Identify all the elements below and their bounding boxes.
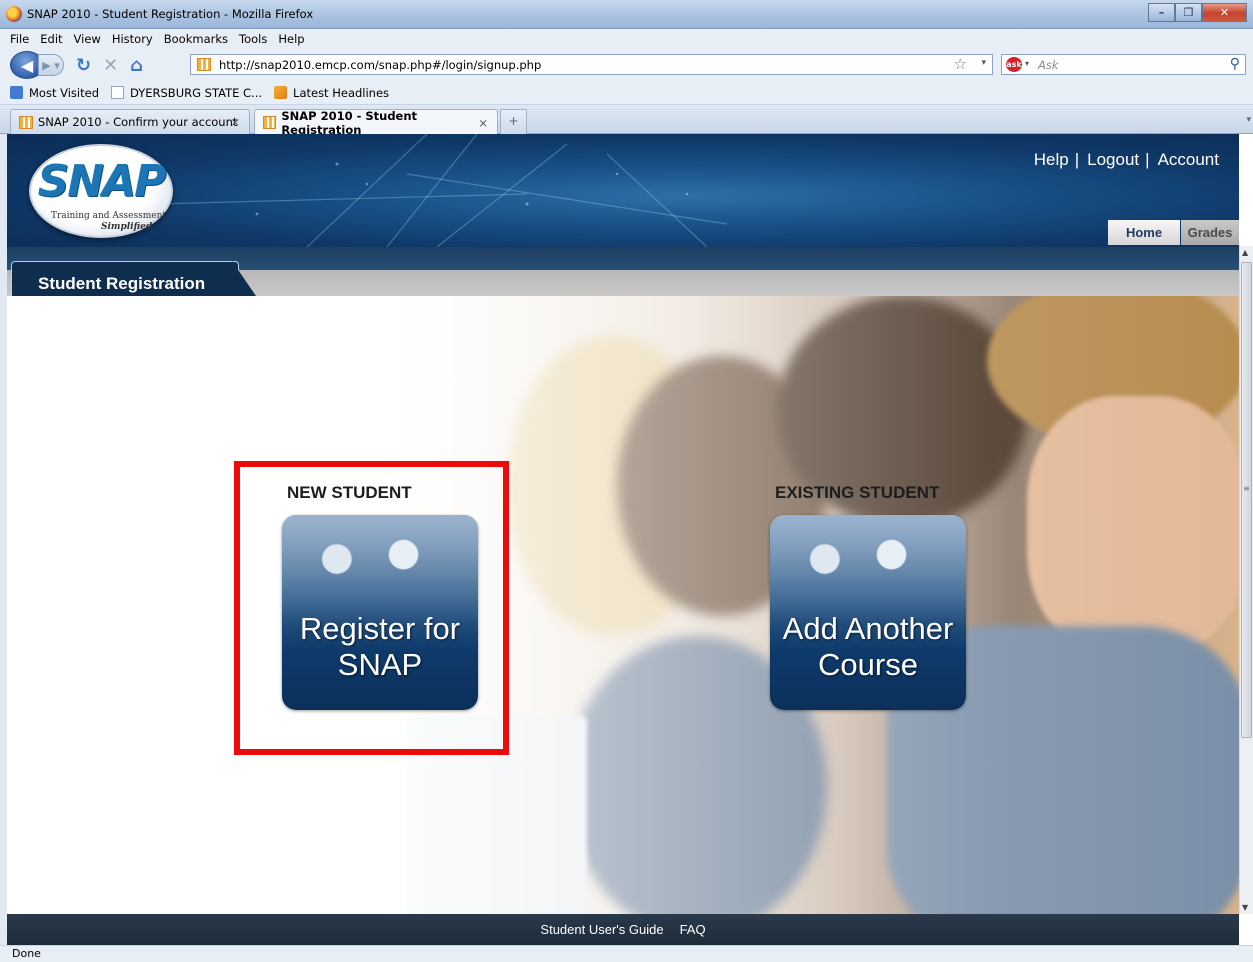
- header-links: Help | Logout | Account: [1028, 150, 1219, 170]
- close-tab-icon[interactable]: ×: [230, 115, 240, 129]
- firefox-icon: [6, 6, 22, 22]
- tab-bar: SNAP 2010 - Confirm your account × SNAP …: [0, 105, 1253, 137]
- scroll-down-icon[interactable]: ▼: [1242, 903, 1248, 912]
- most-visited-icon: [10, 86, 23, 99]
- students-photo: [770, 515, 966, 625]
- bookmark-label: DYERSBURG STATE C...: [130, 85, 263, 100]
- page-scrollbar[interactable]: ▲ ≡ ▼: [1239, 246, 1253, 914]
- reload-icon[interactable]: ↻: [76, 55, 91, 76]
- menu-edit[interactable]: Edit: [40, 32, 62, 46]
- home-icon[interactable]: ⌂: [130, 55, 143, 76]
- hero-white-fade: [7, 296, 1239, 914]
- page-tab-corner: [232, 261, 256, 296]
- bookmarks-toolbar: Most Visited DYERSBURG STATE C... Latest…: [0, 81, 1253, 105]
- tab-list-icon[interactable]: ▾: [1246, 115, 1251, 125]
- snap-logo[interactable]: SNAP Training and Assessment Simplified: [29, 144, 173, 238]
- page-icon: [111, 86, 124, 99]
- menu-bar: File Edit View History Bookmarks Tools H…: [0, 29, 1253, 49]
- window-left-edge: [0, 134, 7, 945]
- bookmark-label: Most Visited: [29, 85, 99, 100]
- search-engine-dropdown-icon[interactable]: ▾: [1025, 59, 1029, 68]
- add-course-button-line1: Add Another: [782, 611, 954, 646]
- menu-bookmarks[interactable]: Bookmarks: [164, 32, 228, 46]
- tab-label: SNAP 2010 - Student Registration: [281, 108, 418, 137]
- page-title: Student Registration: [38, 274, 206, 293]
- logout-link[interactable]: Logout: [1087, 150, 1139, 170]
- scrollbar-grip-icon: ≡: [1243, 484, 1250, 493]
- rss-icon: [274, 86, 288, 99]
- site-footer: Student User's Guide FAQ: [7, 914, 1239, 945]
- red-highlight-box: [234, 461, 509, 755]
- status-bar: Done: [0, 945, 1253, 962]
- bookmark-star-icon[interactable]: ☆: [954, 55, 967, 73]
- viewport-right-margin: [1239, 134, 1253, 246]
- account-link[interactable]: Account: [1158, 150, 1219, 170]
- new-tab-button[interactable]: +: [500, 109, 527, 134]
- window-controls: – ❐ ✕: [1148, 3, 1247, 22]
- minimize-button[interactable]: –: [1148, 3, 1175, 22]
- menu-history[interactable]: History: [112, 32, 153, 46]
- site-favicon: [197, 58, 211, 71]
- menu-view[interactable]: View: [74, 32, 101, 46]
- bookmark-dyersburg[interactable]: DYERSBURG STATE C...: [111, 86, 262, 100]
- ask-logo-icon: ask: [1006, 57, 1022, 72]
- bookmark-latest-headlines[interactable]: Latest Headlines: [274, 86, 389, 100]
- page-viewport: SNAP Training and Assessment Simplified …: [7, 134, 1239, 914]
- search-placeholder: Ask: [1038, 57, 1059, 72]
- status-text: Done: [12, 947, 41, 960]
- logo-tagline-simplified: Simplified: [101, 222, 153, 232]
- faq-link[interactable]: FAQ: [680, 922, 706, 937]
- address-bar[interactable]: http://snap2010.emcp.com/snap.php#/login…: [190, 54, 993, 75]
- menu-help[interactable]: Help: [278, 32, 304, 46]
- site-header: SNAP Training and Assessment Simplified …: [7, 134, 1239, 247]
- link-separator: |: [1145, 150, 1150, 169]
- window-title: SNAP 2010 - Student Registration - Mozil…: [27, 7, 314, 21]
- window-titlebar: SNAP 2010 - Student Registration - Mozil…: [0, 0, 1253, 29]
- tab-label: SNAP 2010 - Confirm your account: [38, 115, 238, 129]
- add-course-button-line2: Course: [818, 647, 918, 682]
- tab-favicon: [19, 115, 33, 129]
- forward-button[interactable]: ▶ ▾: [38, 54, 64, 76]
- page-tab: Student Registration: [11, 261, 239, 296]
- logo-tagline: Training and Assessment: [51, 211, 167, 221]
- navigation-toolbar: ◀ ▶ ▾ ↻ ✕ ⌂ http://snap2010.emcp.com/sna…: [0, 49, 1253, 81]
- tab-confirm-account[interactable]: SNAP 2010 - Confirm your account ×: [10, 109, 250, 134]
- logo-text: SNAP: [37, 156, 167, 207]
- scroll-up-icon[interactable]: ▲: [1242, 248, 1248, 257]
- help-link[interactable]: Help: [1034, 150, 1069, 170]
- stop-icon[interactable]: ✕: [103, 55, 118, 76]
- close-window-button[interactable]: ✕: [1202, 3, 1247, 22]
- hero-background-photo: NEW STUDENT Register for SNAP EXISTING S…: [7, 296, 1239, 914]
- close-tab-icon[interactable]: ×: [478, 116, 488, 130]
- student-users-guide-link[interactable]: Student User's Guide: [540, 922, 663, 937]
- link-separator: |: [1074, 150, 1080, 169]
- existing-student-heading: EXISTING STUDENT: [775, 483, 940, 502]
- add-course-button-label: Add Another Course: [770, 611, 966, 683]
- tab-favicon: [263, 116, 277, 129]
- url-dropdown-icon[interactable]: ▾: [981, 58, 986, 68]
- maximize-button[interactable]: ❐: [1175, 3, 1202, 22]
- menu-file[interactable]: File: [10, 32, 29, 46]
- nav-tab-grades[interactable]: Grades: [1181, 220, 1239, 245]
- url-text: http://snap2010.emcp.com/snap.php#/login…: [219, 57, 542, 72]
- search-box[interactable]: ask ▾ Ask ⚲: [1001, 54, 1246, 75]
- tab-student-registration[interactable]: SNAP 2010 - Student Registration ×: [254, 108, 498, 137]
- bookmark-most-visited[interactable]: Most Visited: [10, 86, 99, 100]
- scrollbar-thumb[interactable]: [1241, 262, 1252, 738]
- search-icon[interactable]: ⚲: [1230, 56, 1240, 72]
- menu-tools[interactable]: Tools: [239, 32, 267, 46]
- add-another-course-button[interactable]: Add Another Course: [770, 515, 966, 710]
- nav-tab-home[interactable]: Home: [1108, 220, 1180, 245]
- bookmark-label: Latest Headlines: [293, 85, 390, 100]
